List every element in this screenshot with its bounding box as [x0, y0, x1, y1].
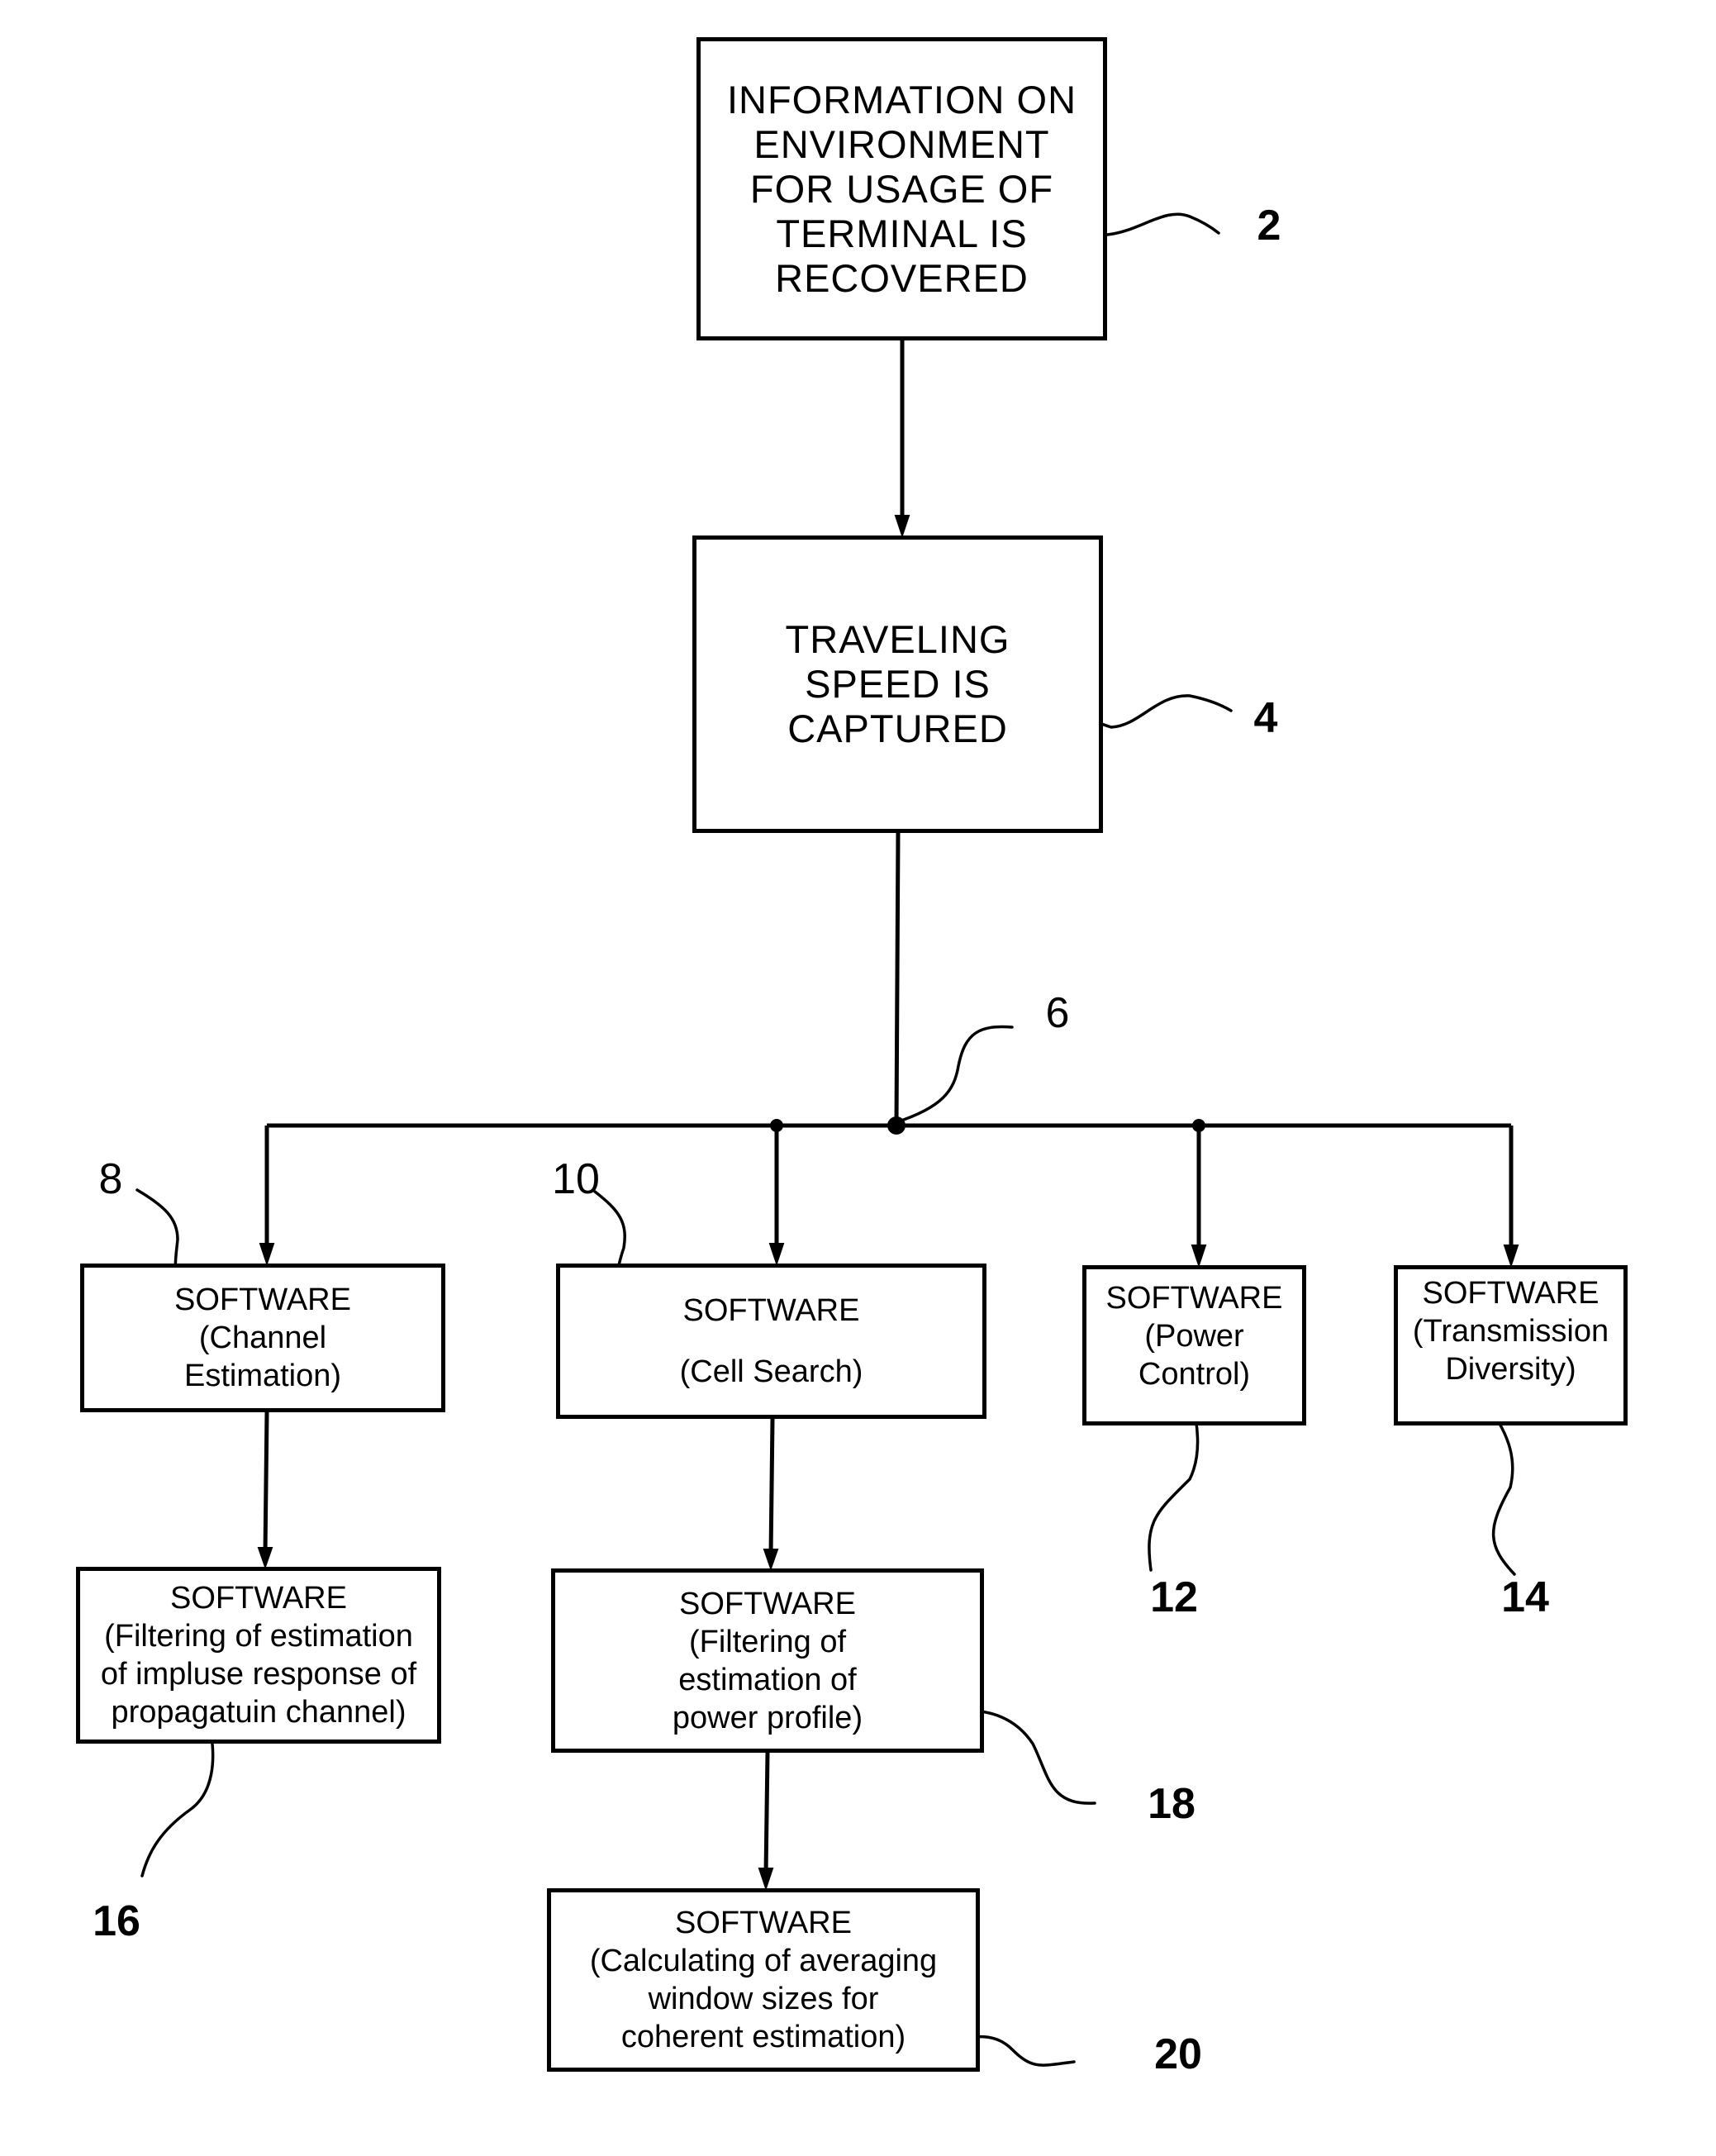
flowchart-diagram: INFORMATION ON ENVIRONMENT FOR USAGE OF …: [0, 0, 1716, 2156]
arrowhead-18-to-20: [758, 1868, 774, 1892]
box-text-line: estimation of: [678, 1662, 857, 1697]
box-text-line: (Cell Search): [679, 1354, 863, 1389]
box-text-line: of impluse response of: [100, 1657, 417, 1692]
software-box-impulse-response-filtering: SOFTWARE (Filtering of estimation of imp…: [76, 1567, 441, 1744]
box-text-line: CAPTURED: [787, 707, 1008, 750]
box-text-line: (Filtering of estimation: [104, 1619, 413, 1654]
arrowhead-8-to-16: [257, 1547, 273, 1570]
box-text-line: coherent estimation): [620, 2020, 906, 2054]
box-text-line: Estimation): [183, 1359, 342, 1393]
reference-numeral-14: 14: [1501, 1573, 1549, 1621]
step-box-traveling-speed: TRAVELING SPEED IS CAPTURED: [692, 535, 1103, 833]
box-text-line: Control): [1138, 1357, 1251, 1392]
box-text-line: SOFTWARE: [679, 1586, 856, 1621]
box-text-line: RECOVERED: [775, 255, 1029, 300]
box-text-line: SOFTWARE: [682, 1293, 860, 1328]
box-text-line: window sizes for: [648, 1982, 879, 2016]
box-text-line: SPEED IS: [805, 662, 991, 706]
line-4-to-junction: [894, 832, 901, 1126]
software-box-channel-estimation: SOFTWARE (Channel Estimation): [80, 1264, 445, 1412]
arrow-8-to-16: [263, 1411, 269, 1554]
arrowhead-2-to-4: [894, 515, 910, 539]
box-text-line: SOFTWARE: [170, 1581, 347, 1616]
reference-numeral-2: 2: [1257, 202, 1281, 250]
reference-numeral-16: 16: [93, 1897, 140, 1945]
box-text-line: FOR USAGE OF: [749, 166, 1054, 211]
box-text-line: (Transmission: [1412, 1314, 1609, 1349]
arrowhead-to-10: [768, 1243, 785, 1267]
software-box-power-profile-filtering: SOFTWARE (Filtering of estimation of pow…: [551, 1568, 984, 1753]
box-text-line: (Power: [1144, 1319, 1244, 1354]
software-box-power-control: SOFTWARE (Power Control): [1082, 1265, 1306, 1425]
reference-numeral-10: 10: [552, 1155, 600, 1203]
box-text-line: SOFTWARE: [1105, 1281, 1283, 1316]
software-box-transmission-diversity: SOFTWARE (Transmission Diversity): [1394, 1265, 1628, 1425]
box-text-line: TRAVELING: [785, 617, 1010, 661]
box-text-line: (Channel: [198, 1321, 327, 1355]
box-text-line: Diversity): [1445, 1352, 1576, 1387]
software-box-cell-search: SOFTWARE (Cell Search): [556, 1264, 986, 1419]
reference-numeral-8: 8: [98, 1155, 123, 1203]
reference-numeral-4: 4: [1253, 694, 1278, 742]
reference-numeral-12: 12: [1150, 1573, 1198, 1621]
box-text-line: (Filtering of: [688, 1624, 847, 1659]
reference-numeral-18: 18: [1148, 1780, 1195, 1828]
leader-line-14: [1485, 1403, 1516, 1576]
arrowhead-10-to-18: [763, 1549, 779, 1572]
box-text-line: propagatuin channel): [111, 1695, 406, 1730]
box-text-line: TERMINAL IS: [776, 211, 1028, 255]
box-text-line: (Calculating of averaging: [589, 1944, 938, 1978]
step-box-environment-info: INFORMATION ON ENVIRONMENT FOR USAGE OF …: [696, 37, 1107, 340]
junction-dot: [1192, 1119, 1205, 1132]
box-text-line: SOFTWARE: [174, 1283, 351, 1317]
box-text-line: SOFTWARE: [675, 1906, 852, 1940]
arrow-10-to-18: [768, 1418, 775, 1556]
leader-line-6: [895, 1025, 1014, 1124]
leader-line-16: [140, 1725, 215, 1878]
arrowhead-to-14: [1503, 1245, 1519, 1268]
junction-dot: [770, 1119, 783, 1132]
reference-numeral-20: 20: [1154, 2030, 1202, 2078]
arrow-18-to-20: [763, 1752, 770, 1875]
box-text-line: power profile): [672, 1700, 863, 1735]
arrowhead-to-8: [259, 1243, 275, 1267]
software-box-averaging-window-calculation: SOFTWARE (Calculating of averaging windo…: [547, 1888, 980, 2072]
box-text-line: ENVIRONMENT: [753, 121, 1050, 166]
reference-numeral-6: 6: [1045, 989, 1070, 1037]
arrowhead-to-12: [1191, 1245, 1207, 1268]
box-text-line: INFORMATION ON: [726, 77, 1077, 121]
box-text-line: SOFTWARE: [1422, 1276, 1600, 1311]
